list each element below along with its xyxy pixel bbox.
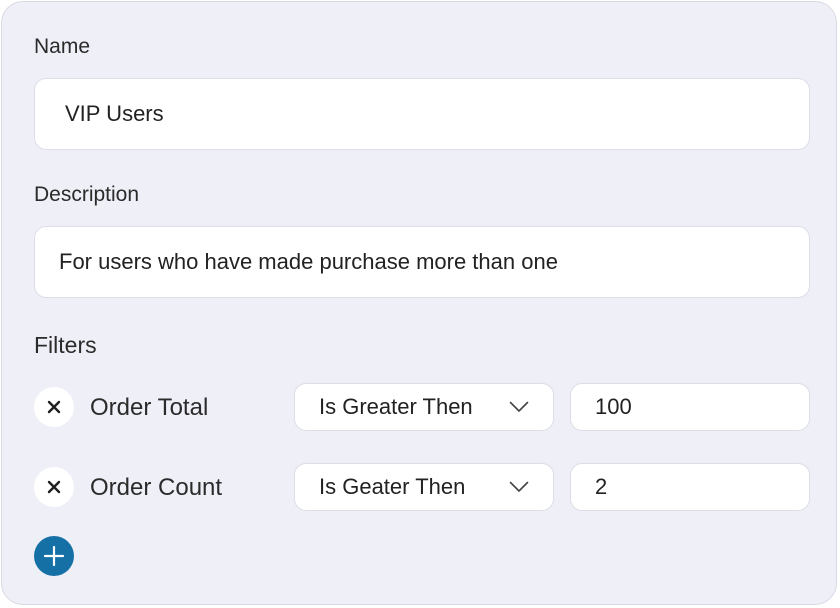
remove-filter-button[interactable] <box>34 467 74 507</box>
filter-operator-select[interactable]: Is Geater Then <box>294 463 554 511</box>
filters-label: Filters <box>34 332 97 358</box>
chevron-down-icon <box>509 481 529 492</box>
segment-form-card: Name Description Filters Order Total Is … <box>1 1 837 605</box>
filter-operator-select[interactable]: Is Greater Then <box>294 383 554 431</box>
chevron-down-icon <box>509 401 529 412</box>
remove-filter-button[interactable] <box>34 387 74 427</box>
add-filter-button[interactable] <box>34 536 74 576</box>
filter-field-label: Order Total <box>90 394 209 421</box>
filter-field-label: Order Count <box>90 474 223 501</box>
plus-icon <box>43 545 65 567</box>
name-label: Name <box>34 35 91 58</box>
name-input[interactable] <box>34 78 810 150</box>
filter-value-input[interactable] <box>570 383 810 431</box>
description-input[interactable] <box>34 226 810 298</box>
filter-operator-value: Is Geater Then <box>319 474 466 499</box>
close-icon <box>47 400 61 414</box>
filter-operator-value: Is Greater Then <box>319 394 473 419</box>
description-label: Description <box>34 183 140 206</box>
filter-value-input[interactable] <box>570 463 810 511</box>
close-icon <box>47 480 61 494</box>
